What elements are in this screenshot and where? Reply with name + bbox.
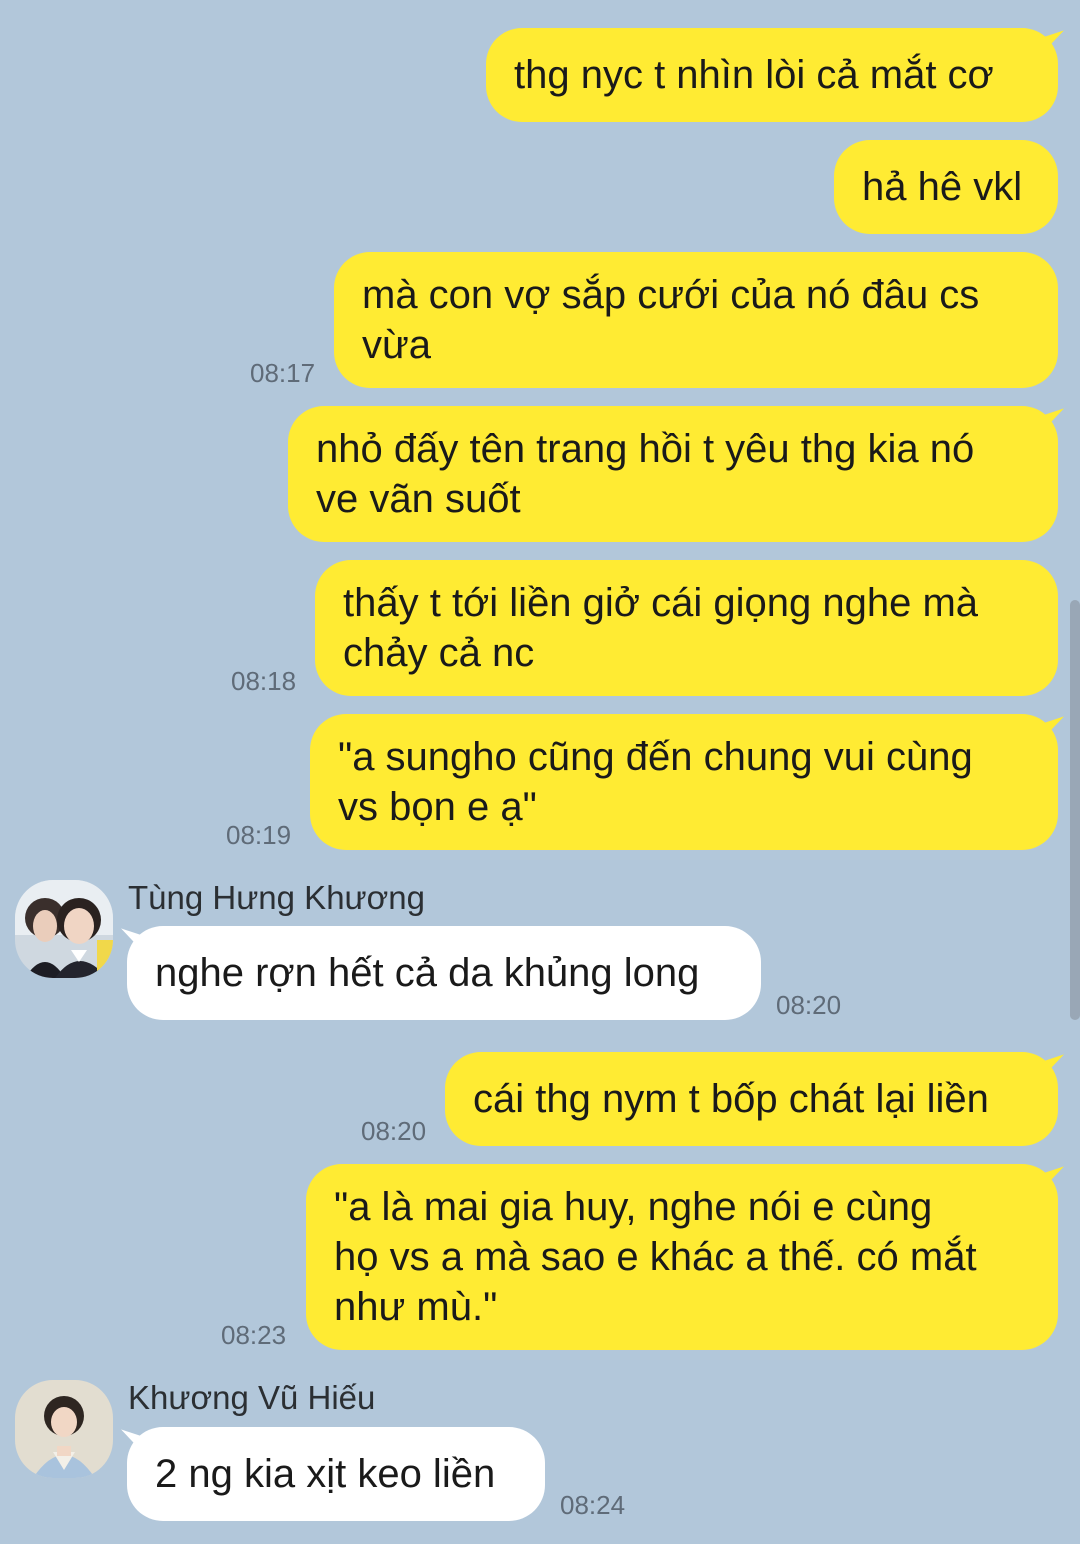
message-timestamp: 08:19 bbox=[226, 820, 292, 850]
outgoing-message-bubble[interactable]: "a là mai gia huy, nghe nói e cùng họ vs… bbox=[306, 1164, 1058, 1350]
scrollbar-thumb[interactable] bbox=[1070, 600, 1080, 1020]
message-text: nhỏ đấy tên trang hồi t yêu thg kia nó v… bbox=[316, 427, 975, 521]
outgoing-message-bubble[interactable]: "a sungho cũng đến chung vui cùng vs bọn… bbox=[310, 714, 1058, 850]
message-text: "a sungho cũng đến chung vui cùng vs bọn… bbox=[338, 735, 973, 829]
chat-message-list[interactable]: thg nyc t nhìn lòi cả mắt cơ hả hê vkl m… bbox=[0, 0, 1080, 1544]
message-text: mà con vợ sắp cưới của nó đâu cs vừa bbox=[362, 273, 980, 367]
outgoing-message-bubble[interactable]: hả hê vkl bbox=[834, 140, 1058, 234]
incoming-message-bubble[interactable]: 2 ng kia xịt keo liền bbox=[127, 1427, 545, 1521]
message-text: 2 ng kia xịt keo liền bbox=[155, 1452, 496, 1496]
message-text: cái thg nym t bốp chát lại liền bbox=[473, 1077, 989, 1121]
sender-avatar[interactable] bbox=[15, 1380, 113, 1478]
message-text: hả hê vkl bbox=[862, 165, 1023, 209]
outgoing-message-bubble[interactable]: nhỏ đấy tên trang hồi t yêu thg kia nó v… bbox=[288, 406, 1058, 542]
message-text: thg nyc t nhìn lòi cả mắt cơ bbox=[514, 53, 994, 97]
message-timestamp: 08:17 bbox=[250, 358, 316, 388]
message-timestamp: 08:20 bbox=[361, 1116, 427, 1146]
sender-name: Khương Vũ Hiếu bbox=[128, 1379, 376, 1416]
incoming-message-bubble[interactable]: nghe rợn hết cả da khủng long bbox=[127, 926, 761, 1020]
outgoing-message-bubble[interactable]: mà con vợ sắp cưới của nó đâu cs vừa bbox=[334, 252, 1058, 388]
profile-photo-icon bbox=[15, 1380, 113, 1478]
message-text: "a là mai gia huy, nghe nói e cùng họ vs… bbox=[334, 1185, 977, 1329]
outgoing-message-bubble[interactable]: thấy t tới liền giở cái giọng nghe mà ch… bbox=[315, 560, 1058, 696]
profile-photo-icon bbox=[15, 880, 113, 978]
sender-avatar[interactable] bbox=[15, 880, 113, 978]
message-text: nghe rợn hết cả da khủng long bbox=[155, 951, 700, 995]
sender-name: Tùng Hưng Khương bbox=[128, 879, 425, 916]
message-timestamp: 08:23 bbox=[221, 1320, 287, 1350]
outgoing-message-bubble[interactable]: thg nyc t nhìn lòi cả mắt cơ bbox=[486, 28, 1058, 122]
message-timestamp: 08:20 bbox=[776, 990, 842, 1020]
message-text: thấy t tới liền giở cái giọng nghe mà ch… bbox=[343, 581, 979, 675]
message-timestamp: 08:18 bbox=[231, 666, 297, 696]
outgoing-message-bubble[interactable]: cái thg nym t bốp chát lại liền bbox=[445, 1052, 1058, 1146]
message-timestamp: 08:24 bbox=[560, 1490, 626, 1520]
